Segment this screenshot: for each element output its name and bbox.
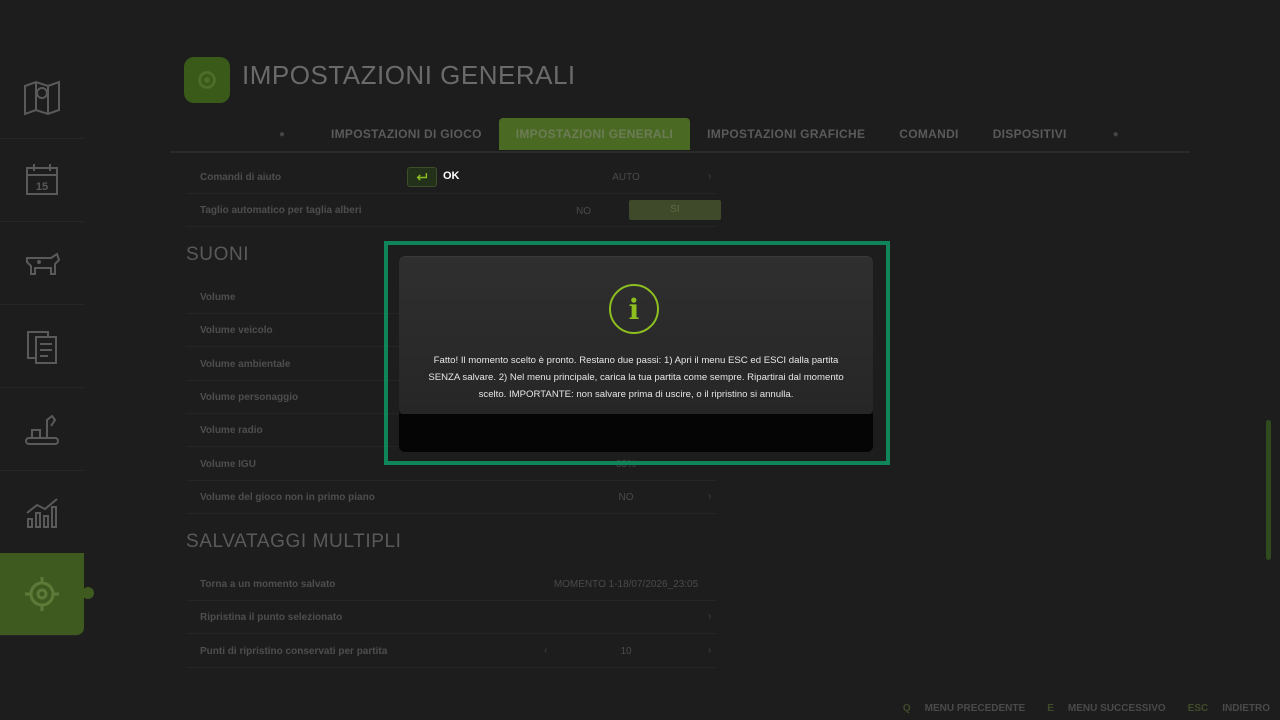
key-badge: Q	[902, 703, 911, 714]
setting-label: Comandi di aiuto	[200, 172, 282, 183]
ok-button[interactable]: OK	[443, 170, 460, 182]
sidebar-item-contracts[interactable]	[0, 304, 84, 388]
cow-icon	[26, 251, 61, 275]
info-dialog: i Fatto! Il momento scelto è pronto. Res…	[399, 256, 873, 452]
sidebar-item-settings[interactable]	[0, 553, 94, 636]
section-title-multisave: SALVATAGGI MULTIPLI	[186, 531, 402, 552]
key-badge: ESC	[1187, 703, 1209, 714]
setting-row-points-kept[interactable]: Punti di ripristino conservati per parti…	[186, 635, 716, 668]
arrow-right-icon[interactable]: ›	[708, 171, 711, 182]
tab-controls[interactable]: COMANDI	[882, 118, 975, 150]
tab-graphics-settings[interactable]: IMPOSTAZIONI GRAFICHE	[690, 118, 882, 150]
hint-label: MENU SUCCESSIVO	[1067, 703, 1166, 714]
setting-label: Volume del gioco non in primo piano	[200, 492, 375, 503]
tab-devices[interactable]: DISPOSITIVI	[976, 118, 1084, 150]
sidebar-item-statistics[interactable]	[0, 470, 84, 554]
sidebar-item-calendar[interactable]: 15	[0, 138, 84, 222]
footer-hints: Q MENU PRECEDENTE E MENU SUCCESSIVO ESC …	[903, 703, 1270, 714]
toggle-yes-option[interactable]: SI	[629, 200, 721, 220]
setting-label: Volume ambientale	[200, 359, 291, 370]
setting-value: AUTO	[612, 172, 640, 183]
documents-icon	[27, 330, 57, 364]
hint-back[interactable]: ESC INDIETRO	[1188, 703, 1270, 714]
sidebar-item-map[interactable]	[0, 55, 84, 139]
enter-key-icon[interactable]	[407, 167, 437, 187]
calendar-icon: 15	[26, 163, 58, 195]
setting-label: Ripristina il punto selezionato	[200, 612, 343, 623]
tab-game-settings[interactable]: IMPOSTAZIONI DI GIOCO	[314, 118, 499, 150]
hint-next-menu[interactable]: E MENU SUCCESSIVO	[1047, 703, 1165, 714]
dialog-footer	[399, 414, 873, 452]
setting-value: NO	[618, 492, 634, 503]
production-icon	[25, 414, 59, 445]
arrow-right-icon[interactable]: ›	[708, 611, 711, 622]
sidebar-item-production[interactable]	[0, 387, 84, 471]
setting-label: Volume radio	[200, 425, 263, 436]
info-icon: i	[609, 284, 659, 334]
map-icon	[24, 80, 60, 115]
setting-label: Volume veicolo	[200, 325, 273, 336]
key-badge: E	[1047, 703, 1054, 714]
tab-divider	[170, 151, 1190, 153]
dialog-body: i Fatto! Il momento scelto è pronto. Res…	[399, 256, 873, 415]
tab-general-settings[interactable]: IMPOSTAZIONI GENERALI	[498, 118, 691, 150]
tab-bar: ● IMPOSTAZIONI DI GIOCO IMPOSTAZIONI GEN…	[270, 118, 1128, 150]
setting-label: Volume personaggio	[200, 392, 299, 403]
setting-row-restore-point[interactable]: Ripristina il punto selezionato ›	[186, 601, 716, 634]
tab-next-dot[interactable]: ●	[1104, 129, 1128, 140]
page-settings-icon	[184, 57, 230, 103]
arrow-right-icon[interactable]: ›	[708, 491, 711, 502]
section-title-sounds: SUONI	[186, 244, 250, 265]
setting-label: Volume IGU	[200, 459, 256, 470]
svg-text:15: 15	[36, 181, 48, 193]
sidebar: 15	[0, 55, 94, 640]
scrollbar[interactable]	[1266, 420, 1271, 560]
page-title: IMPOSTAZIONI GENERALI	[242, 60, 576, 90]
hint-label: INDIETRO	[1222, 703, 1270, 714]
setting-label: Volume	[200, 292, 236, 303]
dialog-message: Fatto! Il momento scelto è pronto. Resta…	[428, 355, 844, 400]
setting-row-background-volume[interactable]: Volume del gioco non in primo piano NO ›	[186, 481, 716, 514]
setting-row-go-back-moment[interactable]: Torna a un momento salvato MOMENTO 1-18/…	[186, 568, 716, 601]
arrow-right-icon[interactable]: ›	[708, 645, 711, 656]
sidebar-item-animals[interactable]	[0, 221, 84, 305]
setting-label: Punti di ripristino conservati per parti…	[200, 646, 388, 657]
setting-label: Taglio automatico per taglia alberi	[200, 205, 362, 216]
chart-icon	[26, 497, 58, 528]
setting-value: 10	[620, 646, 632, 657]
hint-label: MENU PRECEDENTE	[924, 703, 1026, 714]
setting-value: MOMENTO 1-18/07/2026_23:05	[553, 579, 699, 590]
hint-prev-menu[interactable]: Q MENU PRECEDENTE	[903, 703, 1025, 714]
setting-label: Torna a un momento salvato	[200, 579, 336, 590]
tab-prev-dot[interactable]: ●	[270, 129, 294, 140]
toggle-no-option[interactable]: NO	[576, 206, 591, 217]
settings-gear-icon	[25, 577, 59, 611]
